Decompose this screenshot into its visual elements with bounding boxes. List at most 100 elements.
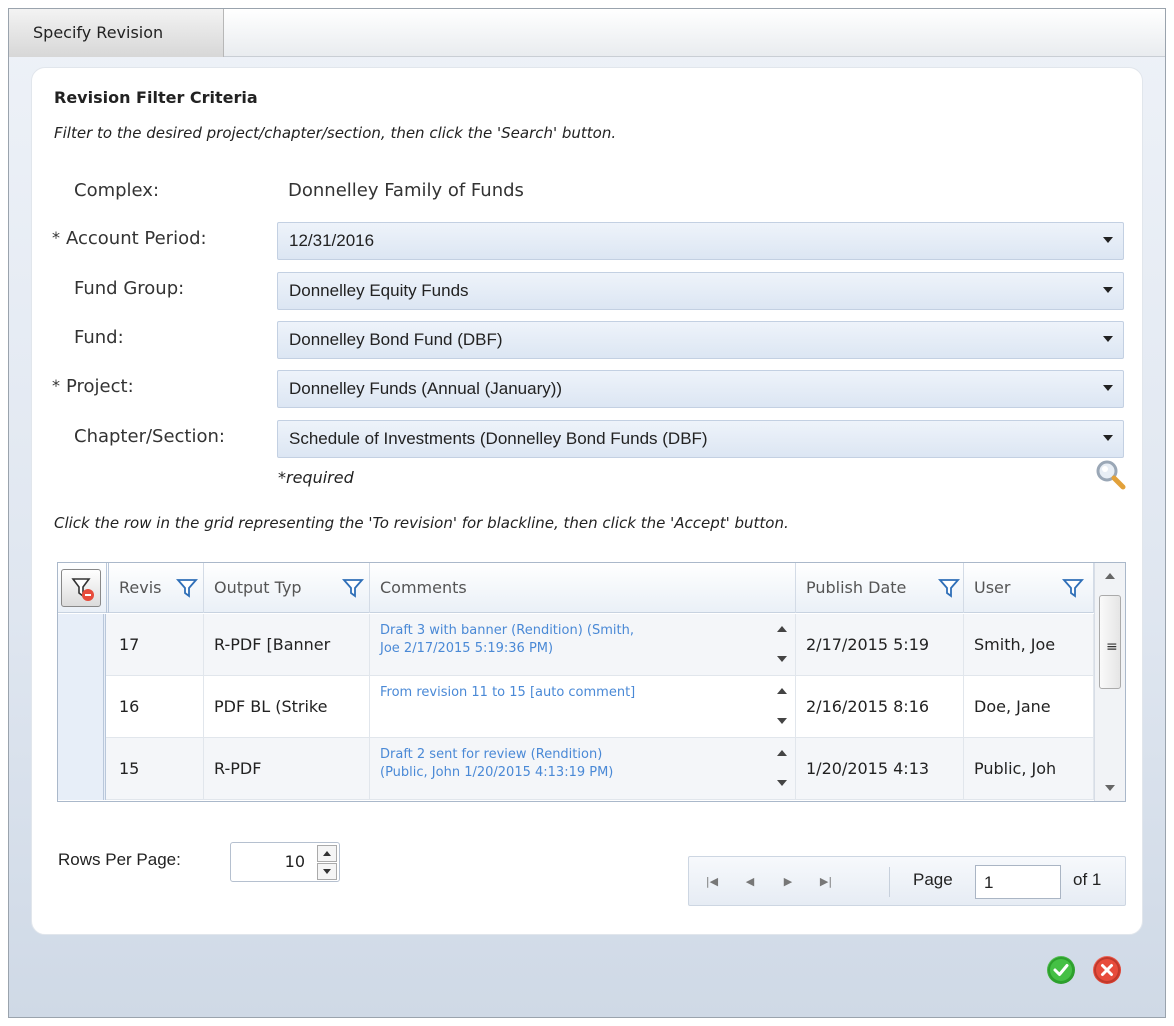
cell-output-type: R-PDF [Banner [204,614,370,676]
chapter-section-label: Chapter/Section: [74,426,225,447]
comment-line: Draft 3 with banner (Rendition) (Smith, [380,623,634,638]
chevron-down-icon [1103,336,1113,342]
account-period-value: 12/31/2016 [289,231,375,250]
grid-header: Revis Output Typ Comments Publish Date U… [58,563,1125,613]
comment-text: From revision 11 to 15 [auto comment] [380,684,760,702]
account-period-dropdown[interactable]: 12/31/2016 [277,222,1124,260]
scroll-up-icon[interactable] [1105,573,1115,579]
row-selector[interactable] [58,676,106,738]
table-row[interactable]: 16 PDF BL (Strike From revision 11 to 15… [58,676,1094,738]
cancel-icon[interactable] [1093,956,1121,984]
row-selector[interactable] [58,614,106,676]
chevron-down-icon [1103,385,1113,391]
fund-group-label: Fund Group: [74,278,185,299]
project-label: Project: [66,376,134,397]
cell-comments: Draft 2 sent for review (Rendition) (Pub… [370,738,796,800]
required-marker: * [52,228,60,247]
cell-comments: Draft 3 with banner (Rendition) (Smith, … [370,614,796,676]
last-page-button[interactable]: ▶| [813,869,839,895]
table-row[interactable]: 17 R-PDF [Banner Draft 3 with banner (Re… [58,614,1094,676]
first-page-button[interactable]: |◀ [699,869,725,895]
cell-user: Smith, Joe [964,614,1094,676]
scroll-up-icon[interactable] [777,626,787,632]
search-icon[interactable] [1094,458,1126,490]
chevron-up-icon [323,851,331,856]
fund-label: Fund: [74,327,124,348]
comment-line: Joe 2/17/2015 5:19:36 PM) [380,641,554,656]
chevron-down-icon [1103,435,1113,441]
cell-user: Public, Joh [964,738,1094,800]
row-selector[interactable] [58,738,106,800]
window-title: Specify Revision [9,9,224,57]
fund-value: Donnelley Bond Fund (DBF) [289,330,503,349]
scroll-down-icon[interactable] [777,718,787,724]
cell-revision: 15 [109,738,204,800]
column-title-revision: Revis [119,578,162,597]
rows-per-page-label: Rows Per Page: [58,850,181,869]
scrollbar-thumb[interactable]: ≡ [1099,595,1121,689]
required-marker: * [52,376,60,395]
scroll-down-icon[interactable] [777,656,787,662]
filter-icon[interactable] [176,578,198,598]
comment-line: Draft 2 sent for review (Rendition) [380,747,603,762]
page-label: Page [913,870,953,889]
spin-up-button[interactable] [317,845,337,862]
pager-divider [889,867,890,897]
complex-label: Complex: [74,180,160,201]
project-value: Donnelley Funds (Annual (January)) [289,379,563,398]
column-header-comments[interactable]: Comments [370,563,796,613]
chapter-section-value: Schedule of Investments (Donnelley Bond … [289,429,708,448]
accept-icon[interactable] [1047,956,1075,984]
pager: |◀ ◀ ▶ ▶| Page 1 of 1 [688,856,1126,906]
scroll-down-icon[interactable] [777,780,787,786]
rows-per-page-stepper[interactable]: 10 [230,842,340,882]
clear-filter-icon [71,578,94,601]
comment-text: Draft 3 with banner (Rendition) (Smith, … [380,622,760,658]
scroll-down-icon[interactable] [1105,785,1115,791]
comment-line: (Public, John 1/20/2015 4:13:19 PM) [380,765,614,780]
specify-revision-dialog: Specify Revision Revision Filter Criteri… [8,8,1166,1018]
column-title-output-type: Output Typ [214,578,302,597]
rows-per-page-value[interactable]: 10 [285,852,305,871]
cell-publish-date: 1/20/2015 4:13 [796,738,964,800]
clear-filter-button[interactable] [61,569,101,607]
filter-icon[interactable] [342,578,364,598]
chevron-down-icon [1103,287,1113,293]
grip-icon: ≡ [1106,639,1118,655]
chapter-section-dropdown[interactable]: Schedule of Investments (Donnelley Bond … [277,420,1124,458]
instruction-top: Filter to the desired project/chapter/se… [54,124,617,142]
next-page-button[interactable]: ▶ [775,869,801,895]
fund-group-dropdown[interactable]: Donnelley Equity Funds [277,272,1124,310]
spin-down-button[interactable] [317,863,337,880]
account-period-label: Account Period: [66,228,207,249]
comment-text: Draft 2 sent for review (Rendition) (Pub… [380,746,760,782]
complex-value: Donnelley Family of Funds [288,180,524,201]
fund-group-value: Donnelley Equity Funds [289,281,469,300]
column-title-user: User [974,578,1011,597]
scroll-up-icon[interactable] [777,688,787,694]
table-row[interactable]: 15 R-PDF Draft 2 sent for review (Rendit… [58,738,1094,800]
column-title-comments: Comments [380,578,467,597]
panel-heading: Revision Filter Criteria [54,88,258,107]
cell-user: Doe, Jane [964,676,1094,738]
required-note: *required [278,468,354,487]
chevron-down-icon [323,869,331,874]
revision-grid: Revis Output Typ Comments Publish Date U… [57,562,1126,802]
cell-revision: 16 [109,676,204,738]
scroll-up-icon[interactable] [777,750,787,756]
page-number-input[interactable]: 1 [975,865,1061,899]
cell-output-type: PDF BL (Strike [204,676,370,738]
project-dropdown[interactable]: Donnelley Funds (Annual (January)) [277,370,1124,408]
filter-icon[interactable] [938,578,960,598]
prev-page-button[interactable]: ◀ [737,869,763,895]
instruction-bottom: Click the row in the grid representing t… [54,514,789,532]
page-total: of 1 [1073,870,1102,889]
chevron-down-icon [1103,237,1113,243]
fund-dropdown[interactable]: Donnelley Bond Fund (DBF) [277,321,1124,359]
cell-output-type: R-PDF [204,738,370,800]
grid-scrollbar[interactable]: ≡ [1094,563,1125,801]
cell-comments: From revision 11 to 15 [auto comment] [370,676,796,738]
title-bar: Specify Revision [9,9,1165,57]
filter-icon[interactable] [1062,578,1084,598]
comment-line: From revision 11 to 15 [auto comment] [380,685,636,700]
